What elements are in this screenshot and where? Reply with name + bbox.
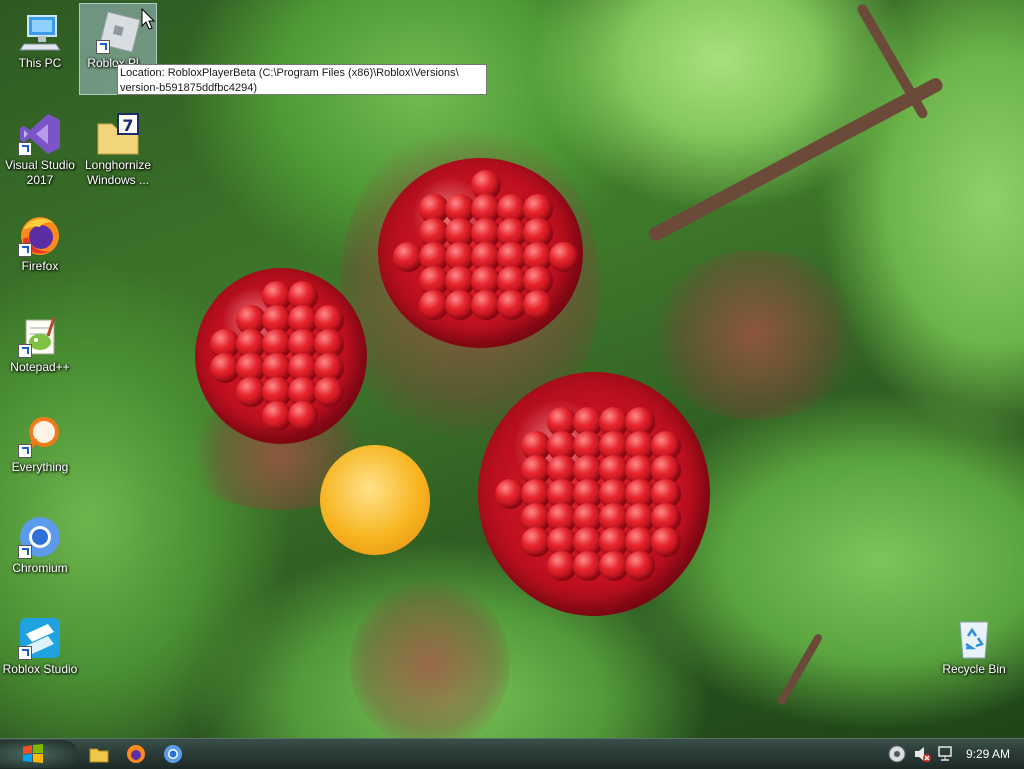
shortcut-arrow-icon xyxy=(96,40,110,54)
desktop-icon-longhornize[interactable]: 7 Longhornize Windows ... xyxy=(80,106,156,196)
desktop-icon-chromium[interactable]: Chromium xyxy=(2,509,78,599)
berry-drupe xyxy=(625,551,655,581)
icon-label: Longhornize Windows ... xyxy=(84,158,152,187)
desktop-icon-notepadpp[interactable]: Notepad++ xyxy=(2,308,78,398)
shortcut-arrow-icon xyxy=(18,444,32,458)
berry-drupe xyxy=(549,242,579,272)
clock[interactable]: 9:29 AM xyxy=(966,747,1010,761)
icon-label: Notepad++ xyxy=(10,360,70,374)
windows-logo-icon xyxy=(23,744,43,763)
berry-drupe xyxy=(651,527,681,557)
file-explorer-icon[interactable] xyxy=(89,744,109,764)
desktop[interactable]: This PC Roblox Pl... Visual Studio 2017 xyxy=(0,0,1024,738)
desktop-icon-recycle-bin[interactable]: Recycle Bin xyxy=(936,610,1012,700)
location-tooltip: Location: RobloxPlayerBeta (C:\Program F… xyxy=(117,64,487,95)
berry-drupe xyxy=(523,290,553,320)
icon-label: Roblox Studio xyxy=(2,662,78,676)
icon-label: Firefox xyxy=(21,259,59,273)
start-button[interactable] xyxy=(0,740,78,768)
network-icon[interactable] xyxy=(937,745,955,763)
roblox-studio-icon xyxy=(18,616,62,660)
tray-app-icon[interactable] xyxy=(888,745,906,763)
desktop-icon-firefox[interactable]: Firefox xyxy=(2,207,78,297)
shortcut-arrow-icon xyxy=(18,344,32,358)
chromium-icon[interactable] xyxy=(163,744,183,764)
desktop-icon-this-pc[interactable]: This PC xyxy=(2,4,78,94)
icon-label: Recycle Bin xyxy=(942,662,1006,676)
icon-label: This PC xyxy=(18,56,62,70)
tooltip-line: version-b591875ddfbc4294) xyxy=(120,82,257,94)
desktop-icon-everything[interactable]: Everything xyxy=(2,408,78,498)
shortcut-arrow-icon xyxy=(18,545,32,559)
volume-muted-icon[interactable] xyxy=(913,745,931,763)
mouse-pointer-icon xyxy=(141,8,155,30)
this-pc-icon xyxy=(18,10,62,54)
icon-label: Chromium xyxy=(12,561,68,575)
desktop-icon-visual-studio[interactable]: Visual Studio 2017 xyxy=(2,106,78,196)
folder-icon: 7 xyxy=(96,112,140,156)
roblox-player-icon xyxy=(96,10,141,54)
firefox-icon[interactable] xyxy=(126,744,146,764)
berry-drupe xyxy=(314,377,344,407)
shortcut-arrow-icon xyxy=(18,243,32,257)
tooltip-line: Location: RobloxPlayerBeta (C:\Program F… xyxy=(120,67,459,79)
taskbar: 9:29 AM xyxy=(0,738,1024,769)
shortcut-arrow-icon xyxy=(18,646,32,660)
firefox-icon xyxy=(18,213,62,257)
notepadpp-icon xyxy=(18,314,62,358)
svg-text:7: 7 xyxy=(122,116,133,135)
icon-label: Everything xyxy=(11,460,69,474)
everything-icon xyxy=(18,414,62,458)
recycle-bin-icon xyxy=(952,616,996,660)
visual-studio-icon xyxy=(18,112,62,156)
chromium-icon xyxy=(18,515,62,559)
icon-label: Visual Studio 2017 xyxy=(5,158,75,187)
berry-drupe xyxy=(288,401,318,431)
desktop-icon-roblox-studio[interactable]: Roblox Studio xyxy=(2,610,78,700)
shortcut-arrow-icon xyxy=(18,142,32,156)
